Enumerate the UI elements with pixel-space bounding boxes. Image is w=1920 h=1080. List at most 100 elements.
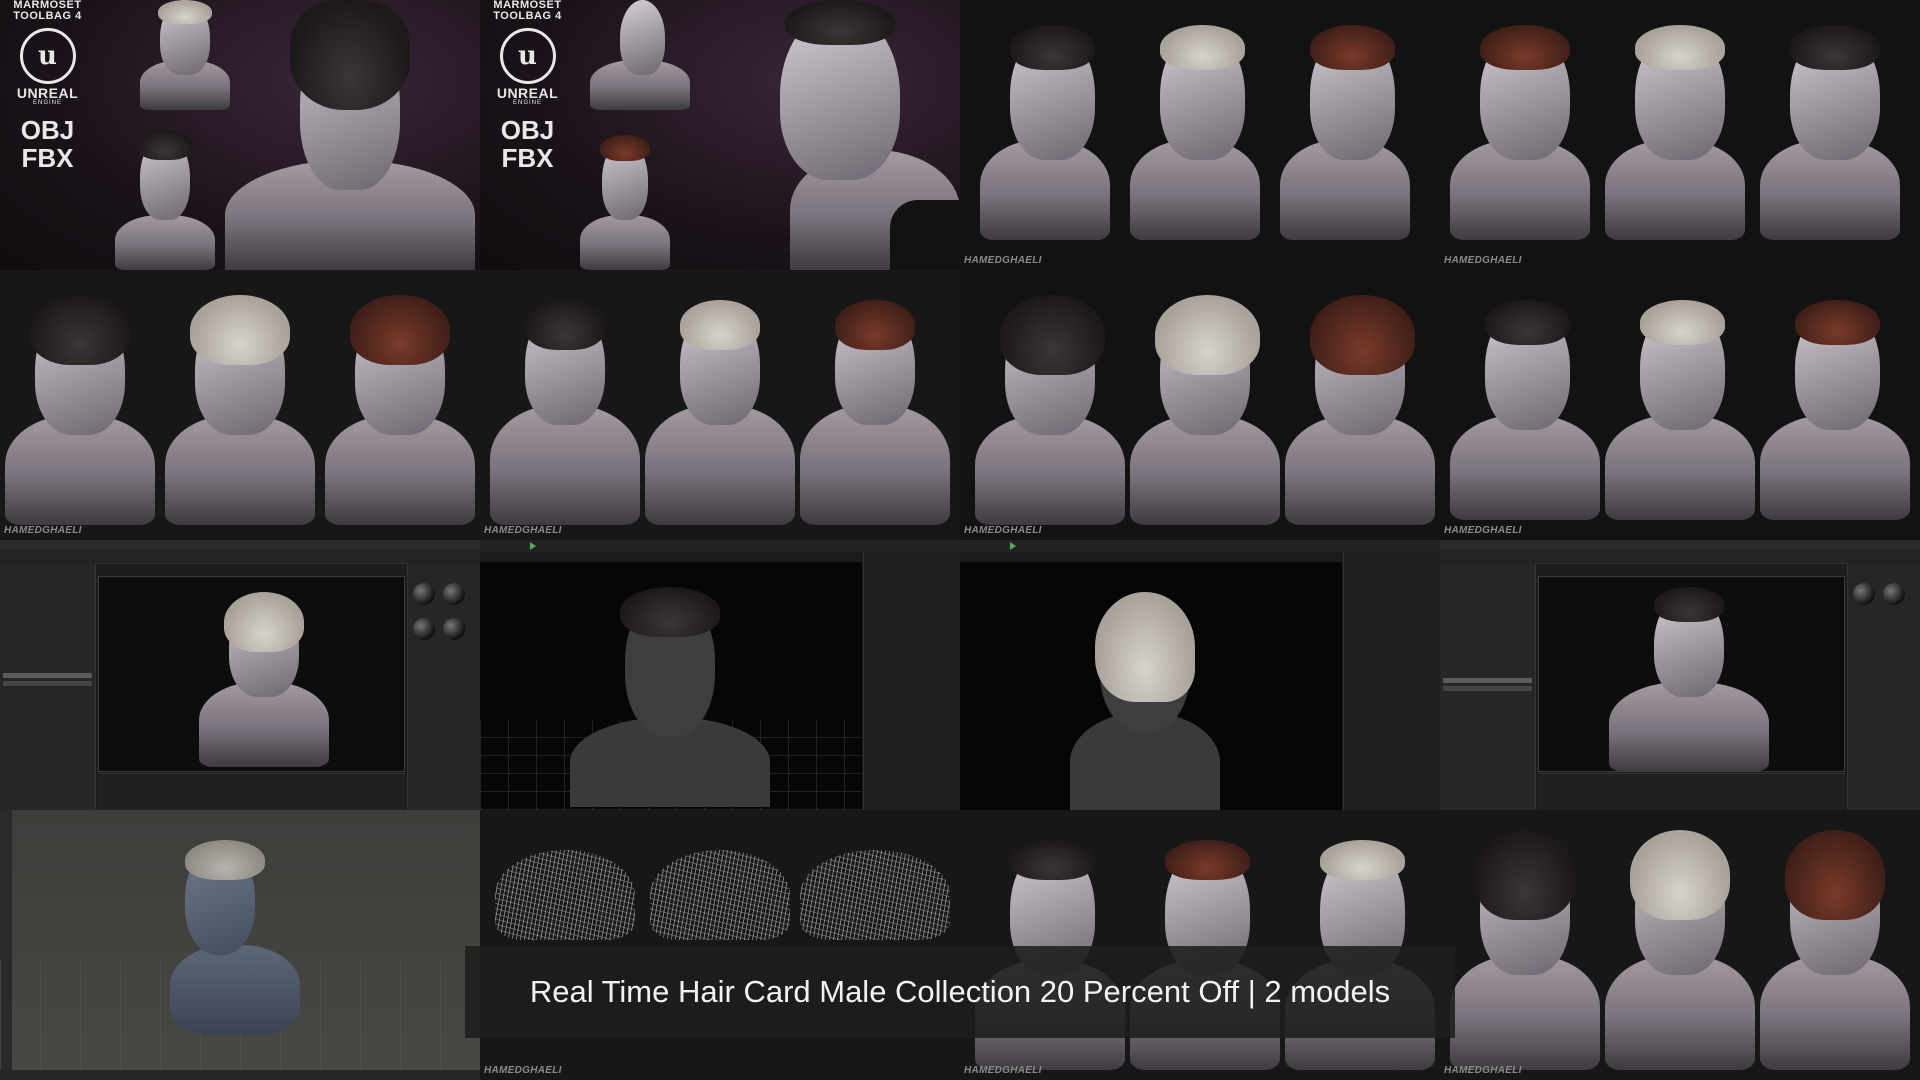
unreal-editor: [960, 540, 1440, 810]
scene-item[interactable]: [3, 681, 92, 686]
tile-blender-viewport: [0, 810, 480, 1080]
head-render: [1130, 285, 1280, 525]
head-render: [1450, 290, 1600, 520]
head-render: [590, 0, 690, 120]
watermark: HAMEDGHAELI: [1444, 1065, 1522, 1076]
tile-unreal-viewport-short: [480, 540, 960, 810]
watermark: HAMEDGHAELI: [964, 1065, 1042, 1076]
tile-medium-hair-profile: HAMEDGHAELI: [960, 270, 1440, 540]
timeline-bar[interactable]: [0, 1070, 480, 1080]
head-render-back: [570, 577, 770, 807]
blender-viewport[interactable]: [0, 810, 480, 1080]
tile-marmoset-side: MARMOSET TOOLBAG 4 u UNREAL ENGINE OBJ FBX: [480, 0, 960, 270]
hair-wireframe: [800, 850, 950, 940]
scene-item-selected[interactable]: [3, 673, 92, 678]
editor-window: [0, 540, 480, 810]
tile-medium-hair-three-quarter: HAMEDGHAELI: [0, 270, 480, 540]
timeline[interactable]: [98, 773, 405, 810]
tile-medium-hair-front: HAMEDGHAELI: [1440, 810, 1920, 1080]
scene-item-selected[interactable]: [1443, 678, 1532, 683]
tile-fade-front-three-quarter: HAMEDGHAELI: [960, 810, 1440, 1080]
play-icon[interactable]: [1010, 542, 1016, 550]
timeline[interactable]: [1538, 773, 1845, 810]
unreal-logo-icon: u: [19, 28, 76, 84]
play-icon[interactable]: [530, 542, 536, 550]
marmoset-logo: MARMOSET TOOLBAG 4: [493, 0, 562, 22]
editor-window: [1440, 540, 1920, 810]
head-render: [1609, 582, 1769, 772]
materials-panel[interactable]: [407, 563, 480, 810]
hair-wireframe: [495, 850, 635, 940]
caption-text: Real Time Hair Card Male Collection 20 P…: [529, 974, 1391, 1009]
details-panel[interactable]: [1343, 552, 1440, 810]
tile-wireframes: HAMEDGHAELI: [480, 810, 960, 1080]
head-render: [115, 130, 215, 270]
tile-unreal-viewport-long: [960, 540, 1440, 810]
head-render: [1605, 825, 1755, 1070]
head-render-back: [1070, 592, 1220, 810]
watermark: HAMEDGHAELI: [484, 1065, 562, 1076]
format-labels: OBJ FBX: [20, 115, 75, 173]
tile-fade-back-views: HAMEDGHAELI: [1440, 0, 1920, 270]
format-labels: OBJ FBX: [500, 115, 555, 173]
head-render: [975, 285, 1125, 525]
scene-item[interactable]: [1443, 686, 1532, 691]
viewport[interactable]: [98, 576, 405, 772]
head-render-back: [225, 0, 475, 270]
tile-fade-rear-three-quarter: HAMEDGHAELI: [1440, 270, 1920, 540]
material-thumbnail[interactable]: [413, 583, 435, 605]
unreal-editor: [480, 540, 960, 810]
details-panel[interactable]: [863, 552, 960, 810]
head-render: [490, 285, 640, 525]
head-render: [645, 285, 795, 525]
head-render: [5, 285, 155, 525]
head-render-profile: [750, 0, 960, 270]
head-render: [325, 285, 475, 525]
marmoset-logo: MARMOSET TOOLBAG 4: [13, 0, 82, 22]
head-render: [1605, 20, 1745, 240]
head-render: [165, 285, 315, 525]
watermark: HAMEDGHAELI: [964, 525, 1042, 536]
material-thumbnail[interactable]: [1853, 583, 1875, 605]
tile-short-hair-back: HAMEDGHAELI: [480, 270, 960, 540]
tile-marmoset-editor: [0, 540, 480, 810]
head-render: [1760, 825, 1910, 1070]
viewport-toolbar[interactable]: [960, 552, 1342, 562]
watermark: HAMEDGHAELI: [4, 525, 82, 536]
logo-block: MARMOSET TOOLBAG 4 u UNREAL ENGINE OBJ FBX: [10, 0, 85, 172]
materials-panel[interactable]: [1847, 563, 1920, 810]
tile-marmoset-editor-2: [1440, 540, 1920, 810]
head-render: [580, 135, 670, 270]
viewport[interactable]: [960, 562, 1342, 810]
head-render: [1130, 20, 1270, 240]
logo-block: MARMOSET TOOLBAG 4 u UNREAL ENGINE OBJ FBX: [490, 0, 565, 172]
watermark: HAMEDGHAELI: [484, 525, 562, 536]
head-render: [199, 587, 329, 767]
head-render: [800, 285, 950, 525]
scene-panel[interactable]: [0, 563, 96, 810]
material-thumbnail[interactable]: [443, 583, 465, 605]
head-render: [1450, 825, 1600, 1070]
viewport[interactable]: [1538, 576, 1845, 772]
head-render: [1605, 290, 1755, 520]
head-render: [160, 835, 310, 1035]
viewport[interactable]: [480, 562, 862, 810]
head-render: [1285, 285, 1435, 525]
toolbar[interactable]: [1440, 549, 1920, 564]
unreal-logo-icon: u: [499, 28, 556, 84]
tile-marmoset-front: MARMOSET TOOLBAG 4 u UNREAL ENGINE OBJ FBX: [0, 0, 480, 270]
head-render: [1280, 20, 1420, 240]
preview-grid: MARMOSET TOOLBAG 4 u UNREAL ENGINE OBJ FBX…: [0, 0, 1920, 1080]
watermark: HAMEDGHAELI: [1444, 255, 1522, 266]
material-thumbnail[interactable]: [443, 618, 465, 640]
scene-panel[interactable]: [1440, 563, 1536, 810]
unreal-label: UNREAL: [16, 85, 79, 101]
head-render: [1760, 20, 1900, 240]
hair-wireframe: [650, 850, 790, 940]
watermark: HAMEDGHAELI: [964, 255, 1042, 266]
viewport-toolbar[interactable]: [480, 552, 862, 562]
material-thumbnail[interactable]: [1883, 583, 1905, 605]
toolbar[interactable]: [0, 549, 480, 564]
material-thumbnail[interactable]: [413, 618, 435, 640]
caption-overlay: Real Time Hair Card Male Collection 20 P…: [465, 946, 1455, 1038]
